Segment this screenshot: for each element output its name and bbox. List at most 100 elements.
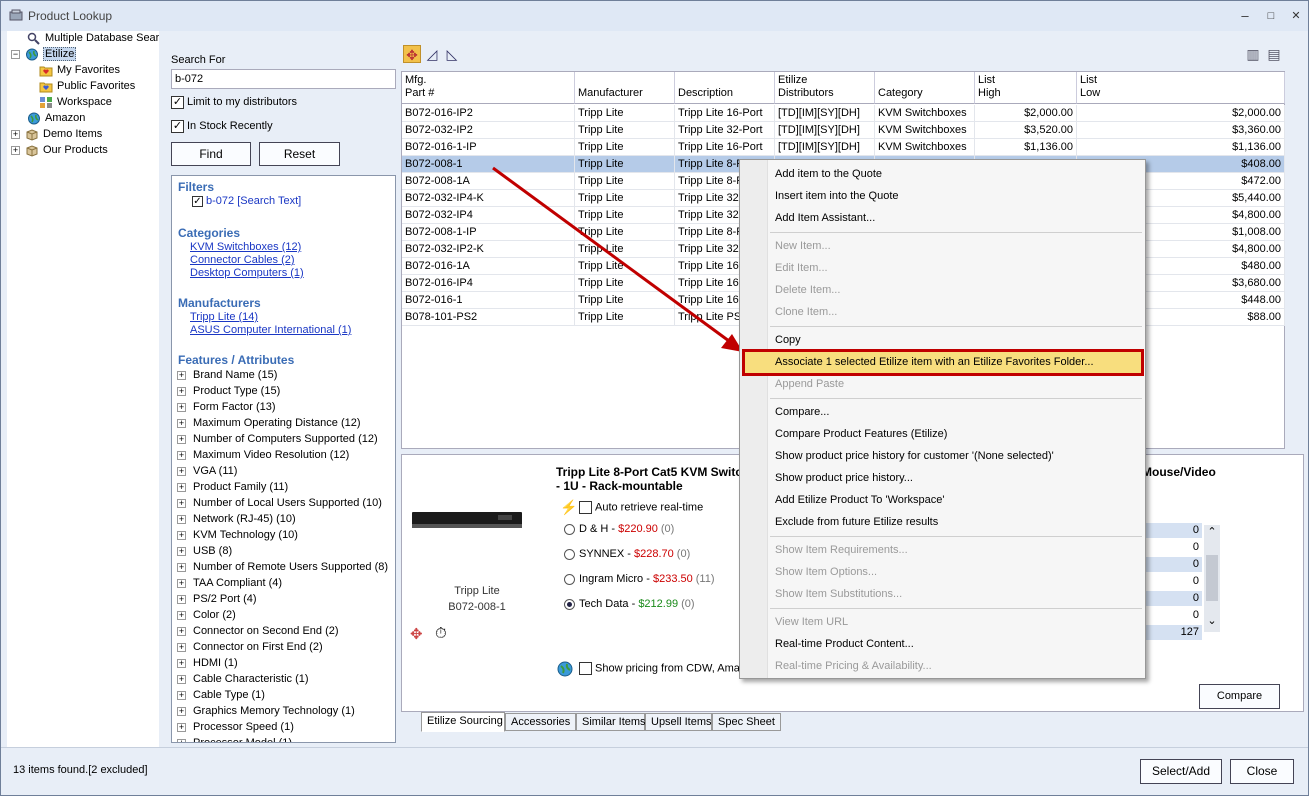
- collapse-arrows-icon[interactable]: ✥: [410, 625, 428, 643]
- feature-item[interactable]: + Graphics Memory Technology (1): [177, 705, 355, 717]
- expand-icon[interactable]: +: [177, 706, 186, 716]
- feature-item[interactable]: + Cable Characteristic (1): [177, 673, 309, 685]
- expand-icon[interactable]: +: [11, 145, 20, 155]
- expand-icon[interactable]: +: [177, 386, 186, 396]
- feature-item[interactable]: + Color (2): [177, 609, 236, 621]
- menu-item[interactable]: Clone Item...: [775, 302, 837, 322]
- expand-icon[interactable]: +: [177, 578, 186, 588]
- feature-item[interactable]: + Cable Type (1): [177, 689, 265, 701]
- expand-icon[interactable]: +: [177, 498, 186, 508]
- column-header[interactable]: List Low: [1077, 72, 1285, 104]
- distributor-option[interactable]: D & H - $220.90 (0): [564, 523, 674, 535]
- feature-item[interactable]: + USB (8): [177, 545, 232, 557]
- radio-icon[interactable]: [564, 548, 575, 560]
- menu-item[interactable]: Compare...: [775, 402, 829, 422]
- manufacturer-link[interactable]: ASUS Computer International (1): [190, 324, 351, 336]
- column-header[interactable]: Description: [675, 72, 775, 104]
- tree-item-public-favorites[interactable]: Public Favorites: [39, 78, 135, 94]
- expand-icon[interactable]: +: [177, 482, 186, 492]
- feature-item[interactable]: + Number of Local Users Supported (10): [177, 497, 382, 509]
- tree-item-my-favorites[interactable]: My Favorites: [39, 62, 120, 78]
- collapse-arrows-icon[interactable]: ✥: [403, 45, 421, 63]
- feature-item[interactable]: + VGA (11): [177, 465, 237, 477]
- scroll-down-icon[interactable]: ⌄: [1204, 614, 1220, 630]
- menu-item[interactable]: Show product price history...: [775, 468, 913, 488]
- feature-item[interactable]: + Number of Remote Users Supported (8): [177, 561, 388, 573]
- expand-icon[interactable]: +: [177, 434, 186, 444]
- menu-item[interactable]: Exclude from future Etilize results: [775, 512, 938, 532]
- feature-item[interactable]: + KVM Technology (10): [177, 529, 298, 541]
- menu-item[interactable]: Insert item into the Quote: [775, 186, 899, 206]
- expand-icon[interactable]: +: [11, 129, 20, 139]
- menu-item[interactable]: Add Item Assistant...: [775, 208, 875, 228]
- tree-item-our-products[interactable]: + Our Products: [11, 142, 108, 158]
- tree-item-demo-items[interactable]: + Demo Items: [11, 126, 102, 142]
- menu-item[interactable]: Edit Item...: [775, 258, 828, 278]
- menu-item[interactable]: Add Etilize Product To 'Workspace': [775, 490, 945, 510]
- menu-item[interactable]: Show Item Requirements...: [775, 540, 908, 560]
- feature-item[interactable]: + Processor Speed (1): [177, 721, 294, 733]
- expand-icon[interactable]: +: [177, 370, 186, 380]
- menu-item[interactable]: Show product price history for customer …: [775, 446, 1054, 466]
- radio-icon[interactable]: [564, 523, 575, 535]
- expand-icon[interactable]: +: [177, 658, 186, 668]
- expand-icon[interactable]: +: [177, 690, 186, 700]
- detail-scrollbar[interactable]: ⌃ ⌄: [1204, 525, 1220, 632]
- close-window-button[interactable]: ✕: [1288, 8, 1304, 24]
- table-row[interactable]: B072-016-IP2 Tripp Lite Tripp Lite 16-Port…: [402, 105, 1285, 122]
- feature-item[interactable]: + Brand Name (15): [177, 369, 277, 381]
- category-link[interactable]: KVM Switchboxes (12): [190, 241, 301, 253]
- filter-search-text[interactable]: ✓ b-072 [Search Text]: [192, 195, 301, 207]
- in-stock-checkbox[interactable]: ✓ In Stock Recently: [171, 119, 273, 135]
- feature-item[interactable]: + Product Type (15): [177, 385, 280, 397]
- menu-item[interactable]: Add item to the Quote: [775, 164, 882, 184]
- expand-icon[interactable]: +: [177, 594, 186, 604]
- feature-item[interactable]: + Connector on Second End (2): [177, 625, 339, 637]
- category-link[interactable]: Desktop Computers (1): [190, 267, 304, 279]
- feature-item[interactable]: + Connector on First End (2): [177, 641, 323, 653]
- ruler-icon[interactable]: ◺: [443, 45, 461, 63]
- expand-icon[interactable]: +: [177, 418, 186, 428]
- close-button[interactable]: Close: [1230, 759, 1294, 784]
- distributor-option[interactable]: SYNNEX - $228.70 (0): [564, 548, 690, 560]
- menu-item[interactable]: Compare Product Features (Etilize): [775, 424, 947, 444]
- feature-item[interactable]: + Maximum Operating Distance (12): [177, 417, 361, 429]
- expand-icon[interactable]: +: [177, 626, 186, 636]
- limit-distributors-checkbox[interactable]: ✓ Limit to my distributors: [171, 95, 297, 111]
- add-item-icon[interactable]: ◿: [423, 45, 441, 63]
- expand-icon[interactable]: +: [177, 562, 186, 572]
- menu-item[interactable]: Show Item Options...: [775, 562, 877, 582]
- menu-item[interactable]: Real-time Product Content...: [775, 634, 914, 654]
- table-row[interactable]: B072-032-IP2 Tripp Lite Tripp Lite 32-Port…: [402, 122, 1285, 139]
- feature-item[interactable]: + HDMI (1): [177, 657, 238, 669]
- tree-item-etilize[interactable]: − Etilize: [11, 46, 77, 62]
- auto-retrieve-checkbox[interactable]: Auto retrieve real-time: [579, 501, 703, 514]
- search-input[interactable]: [171, 69, 396, 89]
- menu-item[interactable]: Append Paste: [775, 374, 844, 394]
- column-header[interactable]: Manufacturer: [575, 72, 675, 104]
- tab-upsell-items[interactable]: Upsell Items: [645, 713, 712, 731]
- feature-item[interactable]: + Product Family (11): [177, 481, 288, 493]
- scroll-up-icon[interactable]: ⌃: [1204, 525, 1220, 541]
- minimize-button[interactable]: –: [1237, 8, 1253, 24]
- tab-etilize-sourcing[interactable]: Etilize Sourcing: [421, 712, 505, 732]
- column-header[interactable]: Etilize Distributors: [775, 72, 875, 104]
- column-chooser-icon[interactable]: ▥: [1244, 45, 1262, 63]
- reset-button[interactable]: Reset: [259, 142, 340, 166]
- tab-accessories[interactable]: Accessories: [505, 713, 576, 731]
- menu-item[interactable]: Delete Item...: [775, 280, 840, 300]
- feature-item[interactable]: + Form Factor (13): [177, 401, 276, 413]
- category-link[interactable]: Connector Cables (2): [190, 254, 295, 266]
- expand-icon[interactable]: +: [177, 514, 186, 524]
- collapse-icon[interactable]: −: [11, 49, 20, 59]
- expand-icon[interactable]: +: [177, 642, 186, 652]
- maximize-button[interactable]: □: [1263, 8, 1279, 24]
- expand-icon[interactable]: +: [177, 546, 186, 556]
- select-add-button[interactable]: Select/Add: [1140, 759, 1222, 784]
- expand-icon[interactable]: +: [177, 530, 186, 540]
- menu-item[interactable]: Associate 1 selected Etilize item with a…: [775, 352, 1094, 372]
- settings-columns-icon[interactable]: ▤: [1265, 45, 1283, 63]
- menu-item[interactable]: Copy: [775, 330, 801, 350]
- table-row[interactable]: B072-016-1-IP Tripp Lite Tripp Lite 16-Por…: [402, 139, 1285, 156]
- column-header[interactable]: Mfg. Part #: [402, 72, 575, 104]
